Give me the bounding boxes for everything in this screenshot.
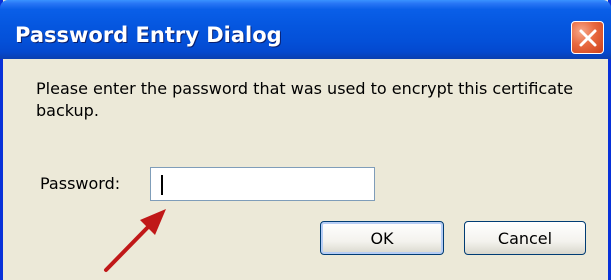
password-entry-dialog: Password Entry Dialog Please enter the p… (0, 0, 611, 280)
password-label: Password: (40, 174, 121, 193)
dialog-title: Password Entry Dialog (15, 23, 282, 47)
cancel-button[interactable]: Cancel (464, 221, 586, 255)
ok-button[interactable]: OK (320, 221, 444, 255)
title-bar[interactable]: Password Entry Dialog (0, 0, 611, 59)
dialog-message: Please enter the password that was used … (36, 79, 574, 120)
text-caret (161, 175, 163, 195)
close-button[interactable] (571, 21, 604, 54)
password-input[interactable] (150, 167, 375, 201)
close-icon (579, 29, 597, 47)
